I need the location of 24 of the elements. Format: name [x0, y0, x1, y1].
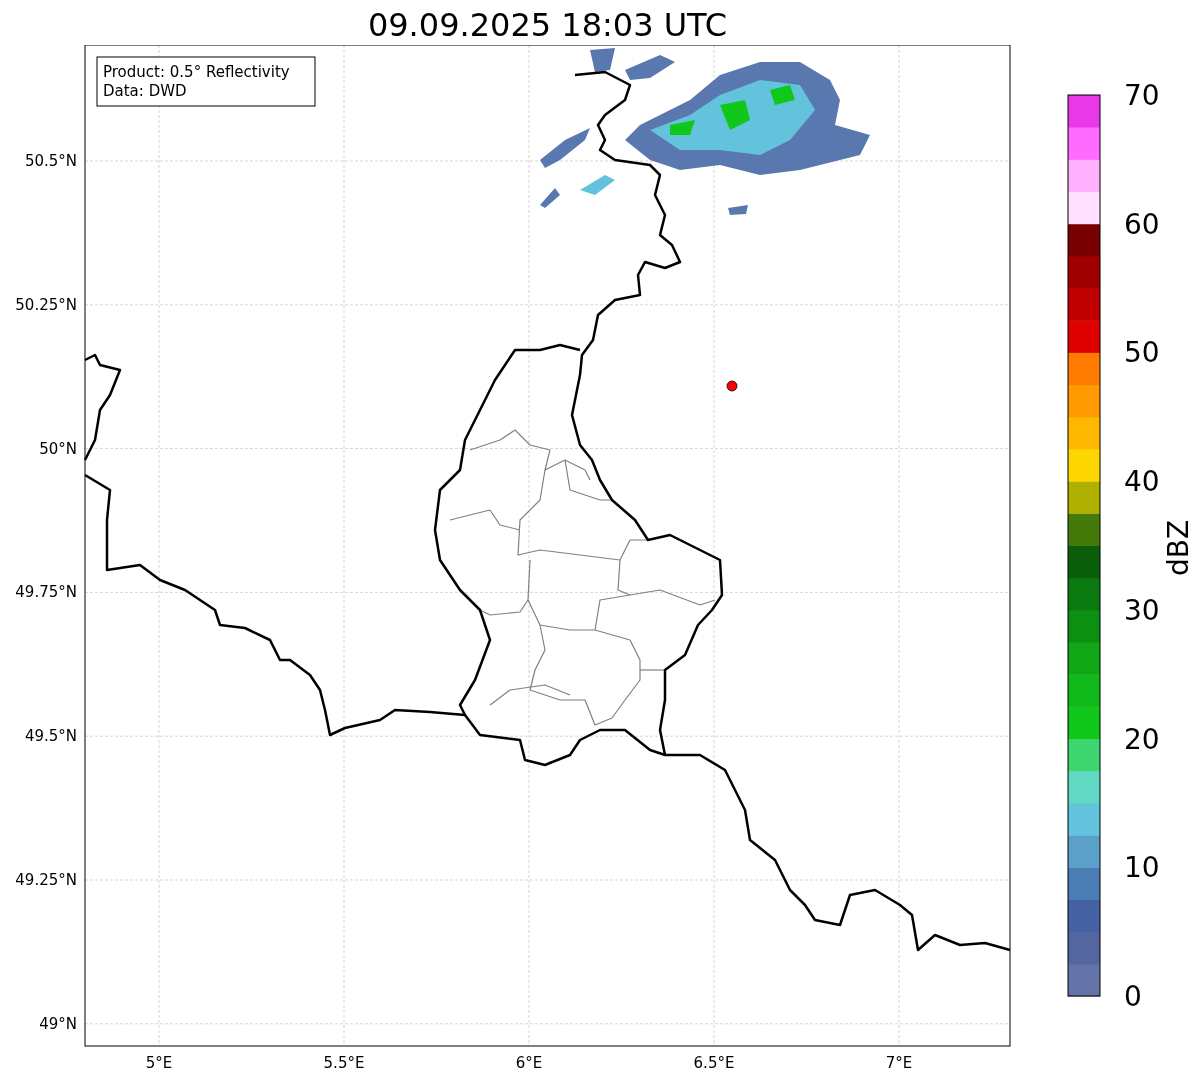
tick-label: 6°E — [515, 1054, 543, 1072]
tick-label: 50.5°N — [24, 152, 77, 170]
tick-label: 5.5°E — [323, 1054, 365, 1072]
colorbar-tick-label: 70 — [1124, 79, 1160, 112]
colorbar-tick-label: 20 — [1124, 722, 1160, 756]
tick-label: 49.25°N — [15, 871, 77, 889]
info-text: Data: DWD — [103, 82, 187, 100]
tick-label: 7°E — [885, 1054, 913, 1072]
colorbar-label: dBZ — [1162, 519, 1195, 577]
tick-label: 5°E — [145, 1054, 173, 1072]
colorbar-tick-label: 30 — [1124, 593, 1160, 627]
chart-title: 09.09.2025 18:03 UTC — [367, 5, 728, 45]
tick-label: 49.5°N — [24, 727, 77, 746]
colorbar-tick-label: 0 — [1124, 980, 1142, 1013]
colorbar-tick-label: 60 — [1124, 207, 1160, 241]
tick-label: 50.25°N — [15, 295, 77, 314]
colorbar-tick-label: 10 — [1124, 851, 1160, 885]
tick-label: 49.75°N — [15, 583, 77, 602]
tick-label: 6.5°E — [693, 1054, 735, 1072]
tick-label: 50°N — [39, 439, 77, 458]
tick-label: 49°N — [39, 1014, 77, 1033]
colorbar-tick-label: 40 — [1124, 465, 1160, 499]
colorbar-tick-label: 50 — [1124, 336, 1160, 370]
info-text: Product: 0.5° Reflectivity — [103, 63, 290, 81]
